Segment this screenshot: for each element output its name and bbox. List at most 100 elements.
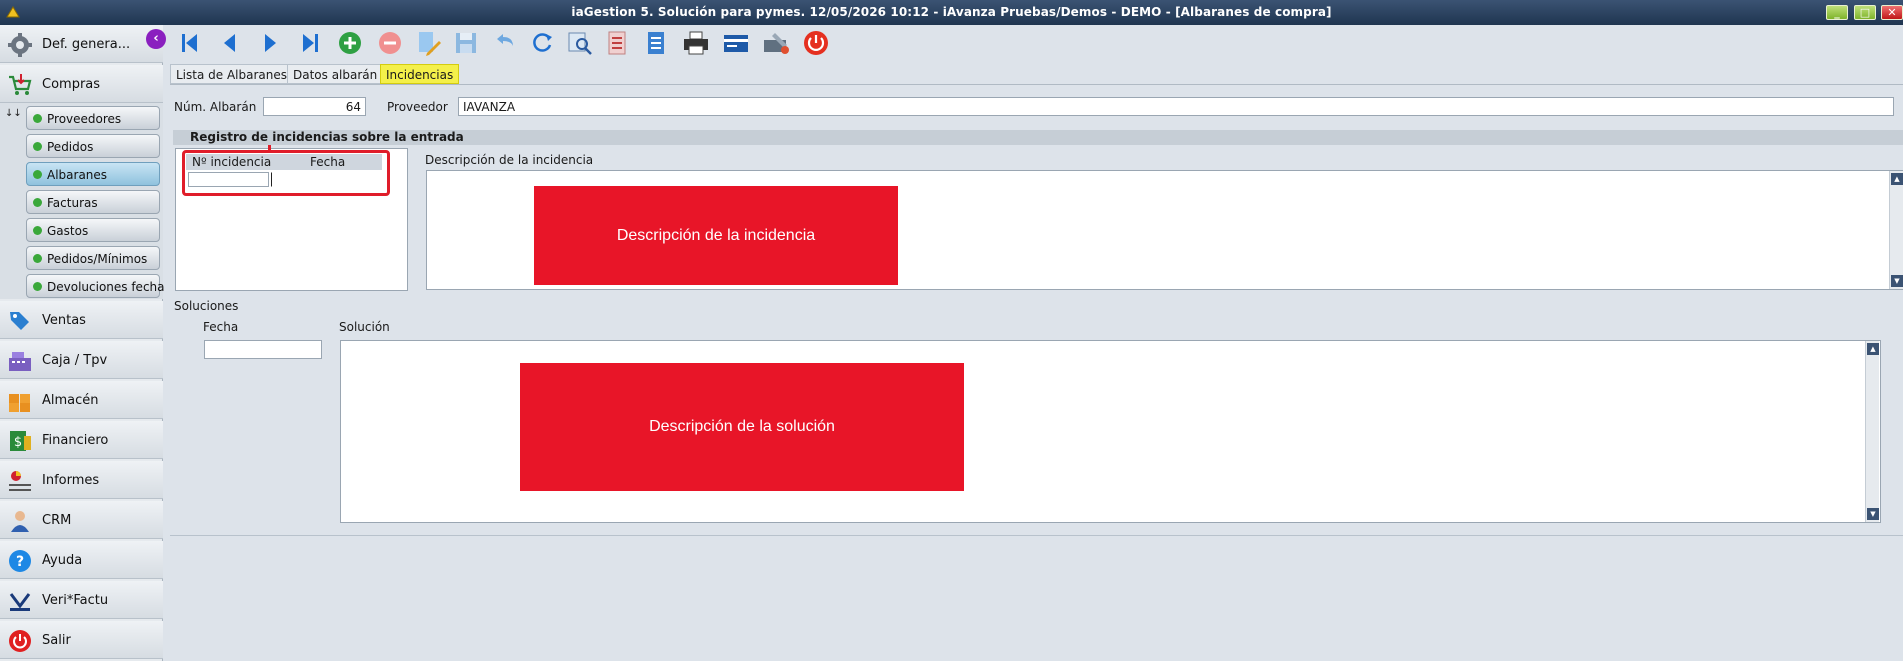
submenu-item-label: Proveedores [47,112,122,126]
refresh-icon[interactable] [527,29,557,57]
submenu-item-gastos[interactable]: Gastos [26,218,160,242]
sidebar-item-label: Financiero [42,433,109,448]
sidebar-item-ayuda[interactable]: ? Ayuda [0,541,163,579]
soluciones-label: Soluciones [174,299,239,313]
print-icon[interactable] [681,29,711,57]
report-icon [9,471,31,491]
compras-submenu: ↓↓ Proveedores Pedidos Albaranes Factura… [0,103,165,299]
submenu-item-albaranes[interactable]: Albaranes [26,162,160,186]
power-icon [9,630,31,652]
sidebar-item-label: Ventas [42,313,86,328]
money-icon: $ [10,431,31,451]
sidebar-item-informes[interactable]: Informes [0,461,163,499]
submenu-item-label: Gastos [47,224,89,238]
sidebar-item-label: Informes [42,473,100,488]
scroll-up-icon[interactable]: ▲ [1867,343,1879,355]
sidebar-item-crm[interactable]: CRM [0,501,163,539]
next-icon[interactable] [255,29,285,57]
num-albaran-field[interactable]: 64 [263,97,366,116]
sidebar-item-ventas[interactable]: Ventas [0,301,163,339]
sidebar-item-financiero[interactable]: $ Financiero [0,421,163,459]
svg-text:?: ? [16,554,24,570]
undo-icon[interactable] [489,29,519,57]
submenu-item-pedidos[interactable]: Pedidos [26,134,160,158]
sidebar-item-verifactu[interactable]: Veri*Factu [0,581,163,619]
sol-fecha-label: Fecha [203,320,239,334]
section-title: Registro de incidencias sobre la entrada [190,130,464,144]
warehouse-icon [9,394,30,412]
tools-icon[interactable] [761,29,791,57]
status-dot-icon [33,254,42,263]
save-icon[interactable] [451,29,481,57]
maximize-button[interactable]: □ [1854,5,1876,20]
first-icon[interactable] [175,29,205,57]
tab-lista-albaranes[interactable]: Lista de Albaranes [170,64,293,84]
person-icon [11,511,29,532]
search-icon[interactable] [565,29,595,57]
card-icon[interactable] [721,29,751,57]
scroll-down-icon[interactable]: ▼ [1891,275,1903,287]
submenu-item-facturas[interactable]: Facturas [26,190,160,214]
gear-icon [8,33,32,57]
exit-icon[interactable] [801,29,831,57]
minimize-button[interactable]: _ [1826,5,1848,20]
add-icon[interactable] [335,29,365,57]
solucion-scrollbar[interactable]: ▲ ▼ [1865,341,1879,522]
empty-area [170,535,1903,661]
status-dot-icon [33,114,42,123]
tab-divider [170,84,1903,85]
last-icon[interactable] [295,29,325,57]
title-bar: iaGestion 5. Solución para pymes. 12/05/… [0,0,1903,25]
status-dot-icon [33,282,42,291]
submenu-item-pedidos-minimos[interactable]: Pedidos/Mínimos [26,246,160,270]
help-icon: ? [9,550,31,572]
svg-text:$: $ [14,435,22,450]
document-icon[interactable] [641,29,671,57]
sidebar-item-def-general[interactable]: Def. genera... [0,25,163,63]
submenu-item-label: Pedidos [47,140,94,154]
highlight-annotation [182,150,390,196]
previous-icon[interactable] [215,29,245,57]
edit-icon[interactable] [413,29,443,57]
delete-icon[interactable] [375,29,405,57]
status-dot-icon [33,170,42,179]
status-dot-icon [33,198,42,207]
sidebar-item-label: CRM [42,513,72,528]
solucion-placeholder-box: Descripción de la solución [520,363,964,491]
descripcion-scrollbar[interactable]: ▲ ▼ [1889,171,1903,289]
collapse-sidebar-button[interactable]: ‹ [146,29,166,49]
sidebar-item-almacen[interactable]: Almacén [0,381,163,419]
submenu-item-label: Pedidos/Mínimos [47,252,148,266]
submenu-item-label: Albaranes [47,168,108,182]
chevron-down-icon[interactable]: ↓↓ [5,108,22,119]
close-button[interactable]: ✕ [1881,5,1903,20]
sidebar-item-compras[interactable]: Compras [0,65,163,103]
cash-register-icon [9,352,31,371]
solucion-label: Solución [339,320,390,334]
sidebar-item-label: Veri*Factu [42,593,109,608]
scroll-down-icon[interactable]: ▼ [1867,508,1879,520]
toolbar [163,25,1903,61]
report-icon[interactable] [603,29,633,57]
sidebar-item-label: Compras [42,77,101,92]
num-albaran-label: Núm. Albarán [174,100,257,114]
submenu-item-label: Facturas [47,196,98,210]
highlight-marker [268,145,271,151]
sidebar-item-caja-tpv[interactable]: Caja / Tpv [0,341,163,379]
sidebar-item-label: Def. genera... [42,37,131,52]
tab-incidencias[interactable]: Incidencias [380,64,460,84]
solucion-fecha-input[interactable] [204,340,322,359]
verifactu-icon [9,593,31,611]
section-header: Registro de incidencias sobre la entrada [173,130,1903,145]
sidebar-item-salir[interactable]: Salir [0,621,163,659]
descripcion-placeholder-box: Descripción de la incidencia [534,186,898,285]
close-icon: ✕ [1887,6,1897,19]
proveedor-field[interactable]: IAVANZA [458,97,1894,116]
maximize-icon: □ [1859,6,1871,19]
submenu-item-proveedores[interactable]: Proveedores [26,106,160,130]
submenu-item-devoluciones-fecha[interactable]: Devoluciones fecha [26,274,165,298]
tab-datos-albaran[interactable]: Datos albarán [287,64,384,84]
sales-icon [10,312,29,330]
scroll-up-icon[interactable]: ▲ [1891,173,1903,185]
minimize-icon: _ [1834,6,1840,19]
